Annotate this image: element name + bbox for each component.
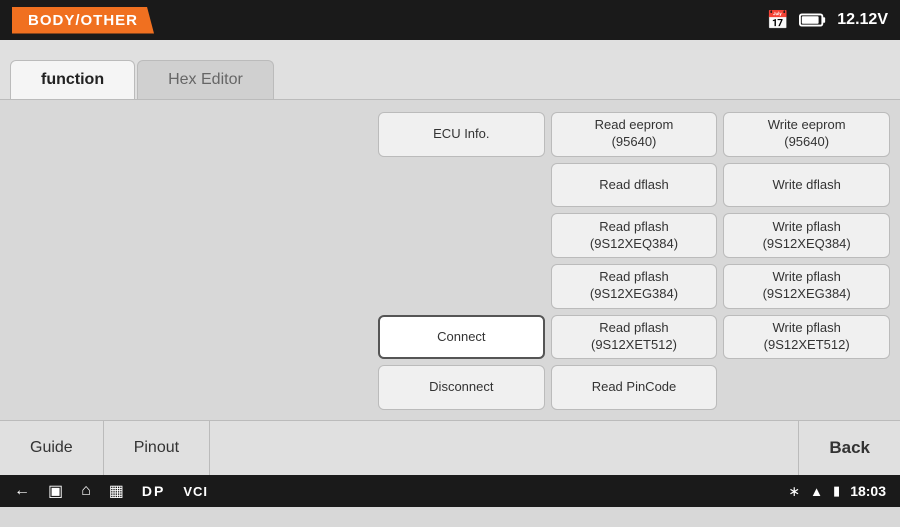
home-icon[interactable]: ⌂ [81,482,91,500]
write-pflash-xeq384-button[interactable]: Write pflash(9S12XEQ384) [723,213,890,258]
camera-icon[interactable]: ▣ [48,481,63,501]
write-eeprom-button[interactable]: Write eeprom(95640) [723,112,890,157]
empty-r2c1 [378,163,545,208]
system-icons-left: ← ▣ ⌂ ▦ DP VCI [14,481,208,501]
tab-bar: function Hex Editor [0,40,900,100]
read-eeprom-button[interactable]: Read eeprom(95640) [551,112,718,157]
tab-function[interactable]: function [10,60,135,99]
vci-label: VCI [183,484,208,499]
calendar-icon: 📅 [767,10,789,31]
main-content: ECU Info. Read eeprom(95640) Write eepro… [0,100,900,420]
read-pflash-xeg384-button[interactable]: Read pflash(9S12XEG384) [551,264,718,309]
system-bar: ← ▣ ⌂ ▦ DP VCI ∗ ▲ ▮ 18:03 [0,475,900,507]
empty-r3c1 [378,213,545,258]
read-pflash-xet512-button[interactable]: Read pflash(9S12XET512) [551,315,718,360]
guide-button[interactable]: Guide [0,421,104,475]
bottom-bar: Guide Pinout Back [0,420,900,475]
back-button[interactable]: Back [798,421,900,475]
pinout-button[interactable]: Pinout [104,421,210,475]
write-pflash-xeg384-button[interactable]: Write pflash(9S12XEG384) [723,264,890,309]
bluetooth-icon: ∗ [788,483,800,500]
connect-button[interactable]: Connect [378,315,545,360]
top-bar-title: BODY/OTHER [12,7,154,34]
tab-hex-editor[interactable]: Hex Editor [137,60,274,99]
empty-r6c3 [723,365,890,410]
button-grid: ECU Info. Read eeprom(95640) Write eepro… [378,112,890,410]
read-pincode-button[interactable]: Read PinCode [551,365,718,410]
write-pflash-xet512-button[interactable]: Write pflash(9S12XET512) [723,315,890,360]
top-bar: BODY/OTHER 📅 12.12V [0,0,900,40]
copy-icon[interactable]: ▦ [109,481,124,501]
voltage-display: 12.12V [837,11,888,29]
read-dflash-button[interactable]: Read dflash [551,163,718,208]
system-time: 18:03 [850,483,886,499]
system-icons-right: ∗ ▲ ▮ 18:03 [788,483,886,500]
wifi-icon: ▲ [810,484,823,499]
ecu-info-button[interactable]: ECU Info. [378,112,545,157]
top-bar-right: 📅 12.12V [767,10,888,31]
disconnect-button[interactable]: Disconnect [378,365,545,410]
bottom-spacer [210,421,798,475]
battery-icon [799,11,827,29]
dp-label[interactable]: DP [142,483,165,499]
left-panel [10,112,370,410]
read-pflash-xeq384-button[interactable]: Read pflash(9S12XEQ384) [551,213,718,258]
battery-status-icon: ▮ [833,483,840,499]
write-dflash-button[interactable]: Write dflash [723,163,890,208]
empty-r4c1 [378,264,545,309]
back-arrow-icon[interactable]: ← [14,482,30,500]
